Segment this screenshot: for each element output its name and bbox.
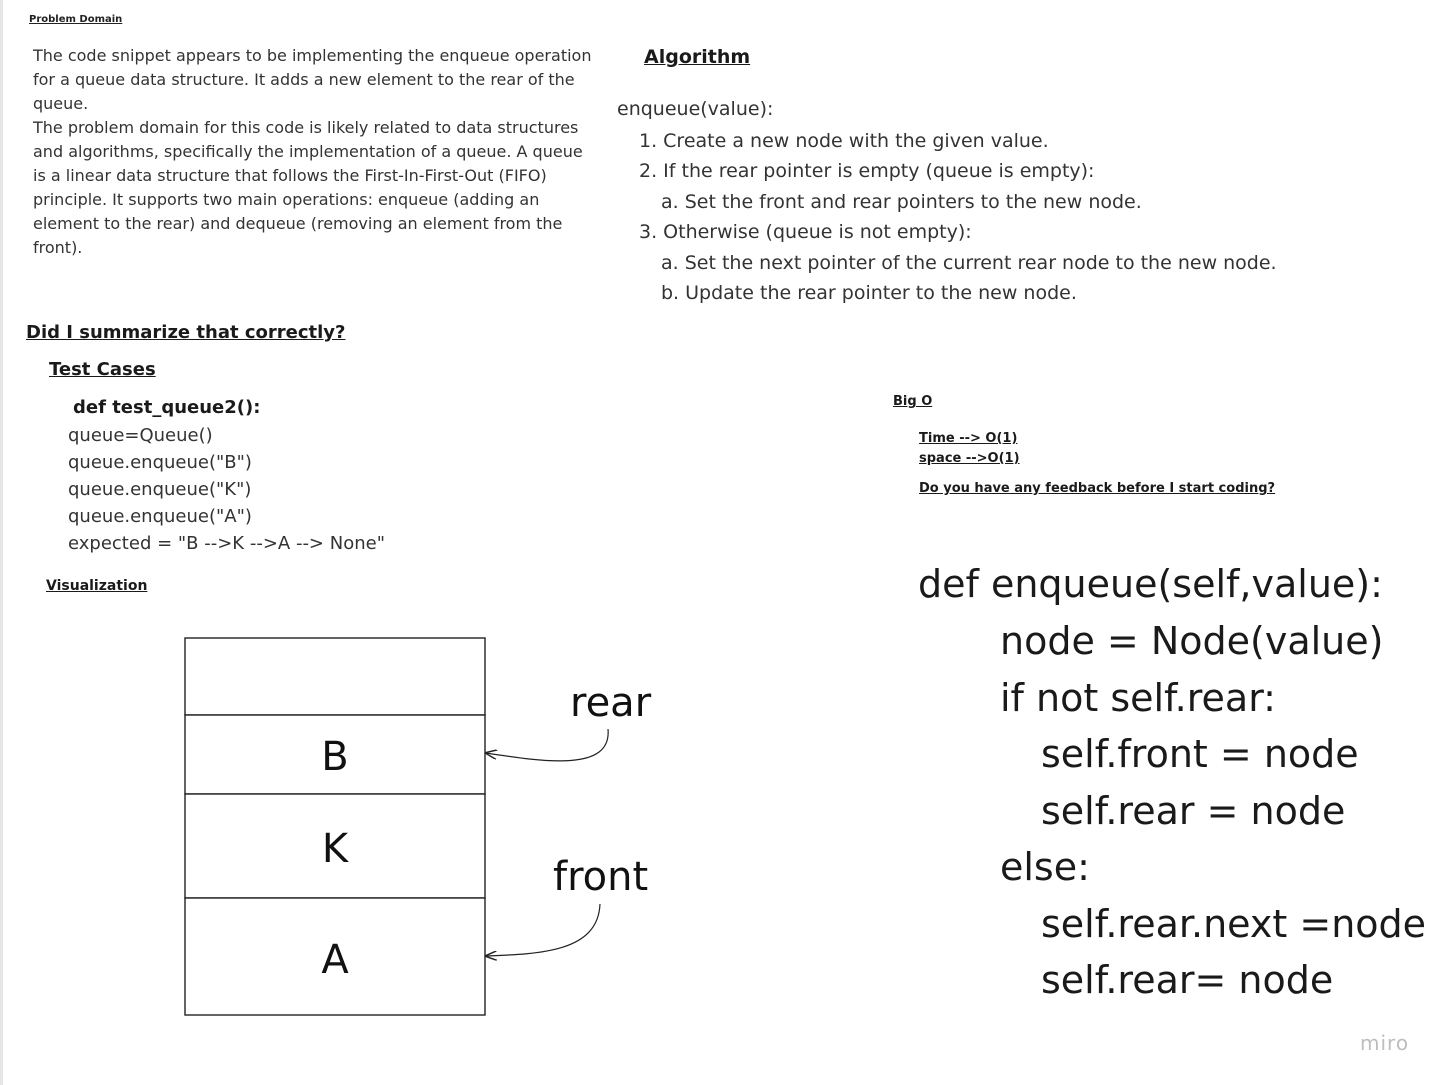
rear-pointer-arrow bbox=[486, 728, 609, 762]
code-line: self.rear= node bbox=[1041, 958, 1334, 1002]
rear-pointer-label: rear bbox=[570, 680, 652, 726]
code-line: self.rear = node bbox=[1041, 789, 1346, 833]
queue-cell-label: A bbox=[321, 937, 349, 983]
code-line: if not self.rear: bbox=[1000, 676, 1276, 720]
code-line: self.front = node bbox=[1041, 732, 1359, 776]
queue-cell-label: K bbox=[322, 826, 350, 872]
code-line: def enqueue(self,value): bbox=[918, 562, 1383, 606]
code-line: node = Node(value) bbox=[1000, 619, 1384, 663]
big-o-title: Big O bbox=[893, 394, 933, 409]
code-line: self.rear.next =node bbox=[1041, 902, 1427, 946]
front-pointer-arrow bbox=[486, 903, 601, 956]
miro-watermark: miro bbox=[1360, 1031, 1410, 1055]
feedback-question: Do you have any feedback before I start … bbox=[919, 481, 1276, 496]
queue-cell-label: B bbox=[321, 734, 348, 780]
code-line: else: bbox=[1000, 845, 1090, 889]
big-o-time: Time --> O(1) bbox=[919, 431, 1018, 446]
queue-cell-empty bbox=[184, 637, 486, 716]
front-pointer-label: front bbox=[553, 854, 648, 900]
big-o-space: space -->O(1) bbox=[919, 451, 1020, 466]
